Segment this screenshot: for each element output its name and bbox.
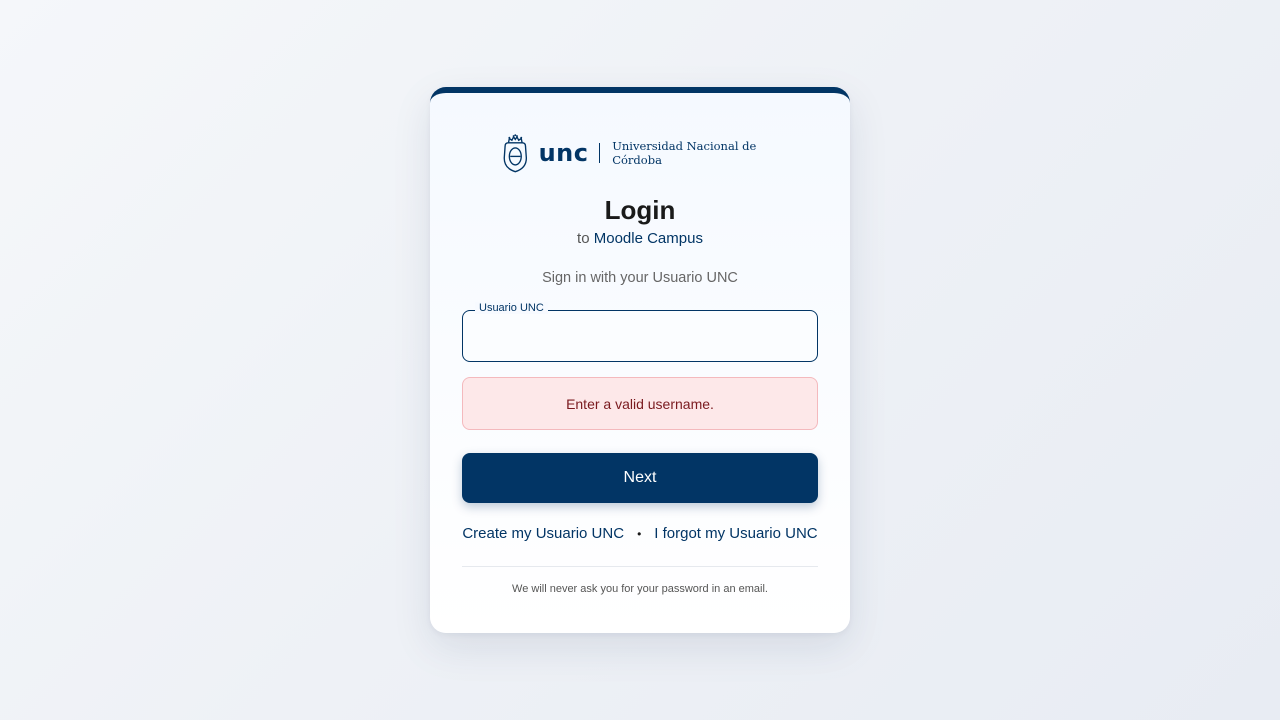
- unc-logo: unc Universidad Nacional de Córdoba: [500, 128, 780, 178]
- create-account-link[interactable]: Create my Usuario UNC: [462, 525, 624, 542]
- page-subtitle: to Moodle Campus: [430, 230, 850, 247]
- username-field: Usuario UNC: [462, 302, 818, 362]
- error-message: Enter a valid username.: [566, 395, 714, 412]
- username-input[interactable]: [463, 311, 817, 361]
- error-alert: Enter a valid username.: [462, 377, 818, 430]
- logo-institution-name: Universidad Nacional de Córdoba: [612, 139, 757, 167]
- subtitle-prefix: to: [577, 230, 590, 247]
- divider: [462, 566, 818, 567]
- login-card: unc Universidad Nacional de Córdoba Logi…: [430, 87, 850, 633]
- account-links: Create my Usuario UNC • I forgot my Usua…: [430, 525, 850, 542]
- link-separator: •: [637, 526, 642, 541]
- security-note: We will never ask you for your password …: [512, 583, 768, 595]
- logo-wordmark: unc: [538, 139, 589, 167]
- logo-divider: [598, 143, 601, 163]
- sign-in-hint: Sign in with your Usuario UNC: [542, 270, 738, 286]
- username-label: Usuario UNC: [475, 302, 548, 314]
- page-title: Login: [604, 195, 676, 225]
- forgot-username-link[interactable]: I forgot my Usuario UNC: [654, 525, 817, 542]
- subtitle-brand: Moodle Campus: [593, 230, 703, 247]
- university-crest-icon: [503, 134, 528, 173]
- next-button[interactable]: Next: [462, 453, 818, 503]
